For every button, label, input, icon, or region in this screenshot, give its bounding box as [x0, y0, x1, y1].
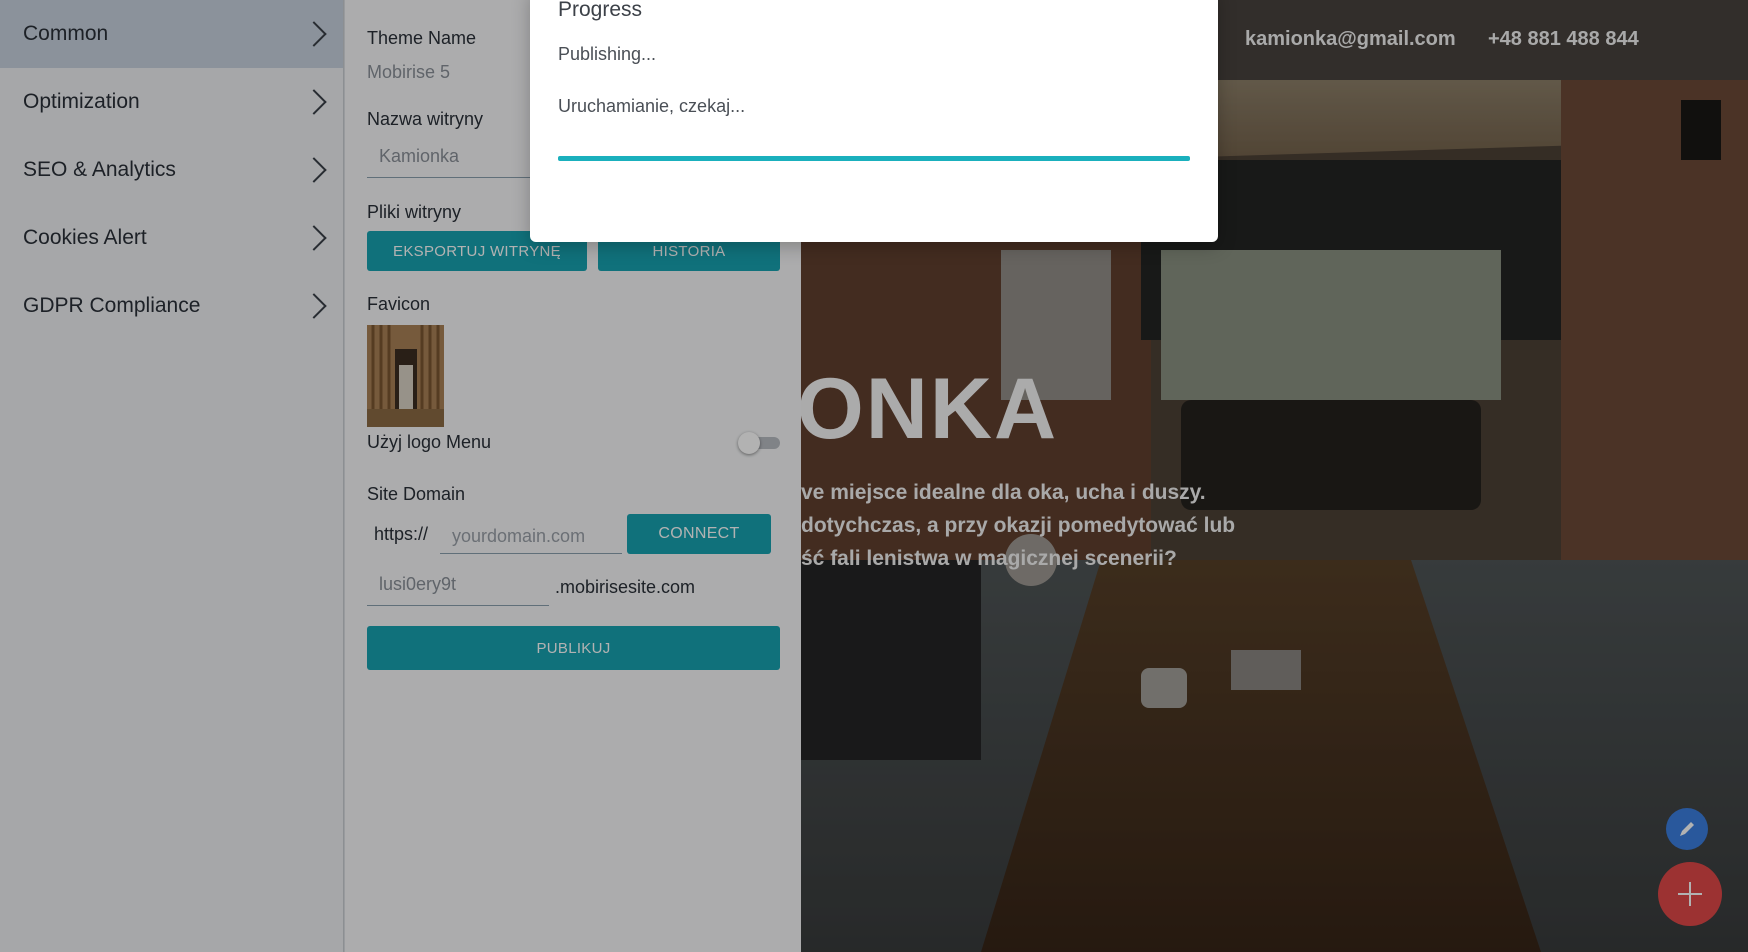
progress-dialog: Progress Publishing... Uruchamianie, cze… [530, 0, 1218, 242]
progress-dialog-title: Progress [558, 0, 643, 21]
startup-status: Uruchamianie, czekaj... [558, 96, 746, 116]
publishing-status: Publishing... [558, 44, 657, 64]
progress-bar [558, 156, 1190, 161]
